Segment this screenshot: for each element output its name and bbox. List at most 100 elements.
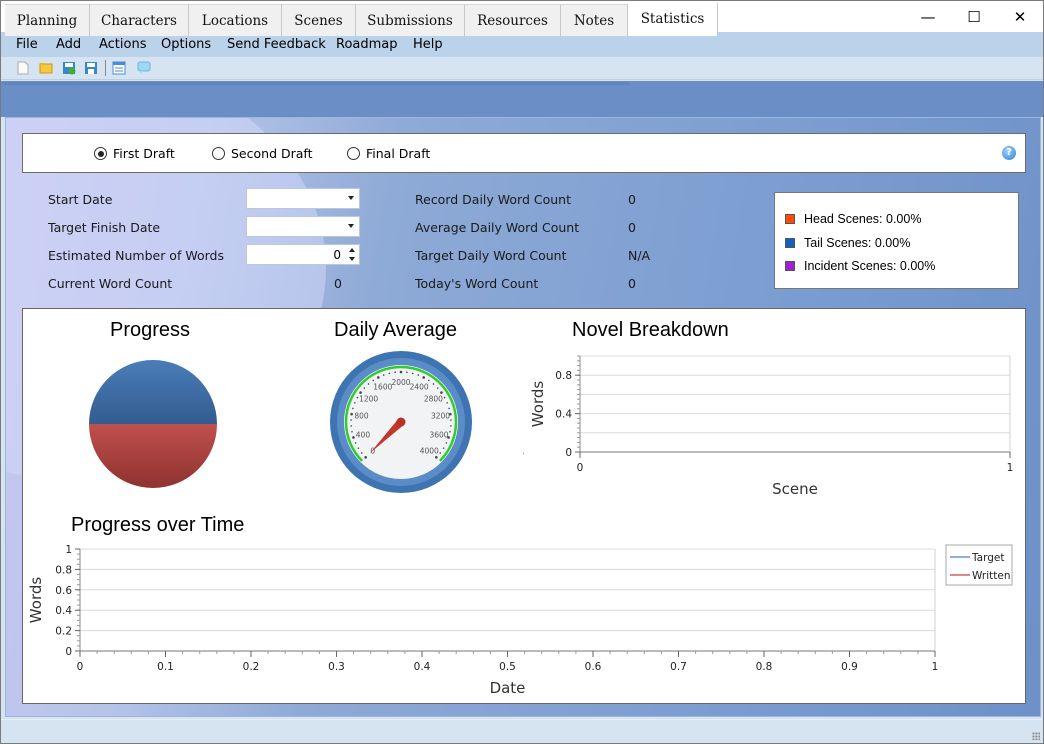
tab-strip — [1, 81, 1043, 117]
gauge-tick-label: 2000 — [391, 378, 410, 387]
radio-label: Second Draft — [231, 146, 313, 161]
radio-first-draft[interactable]: First Draft — [94, 146, 175, 161]
gauge-tick-label: 3600 — [429, 430, 448, 439]
estimated-words-stepper[interactable]: 0 — [246, 244, 360, 265]
tab-scenes[interactable]: Scenes — [282, 4, 356, 36]
y-tick-label: 0.6 — [55, 585, 72, 597]
menu-add[interactable]: Add — [56, 37, 81, 52]
target-finish-date-picker[interactable] — [246, 216, 360, 237]
x-axis-label: Scene — [772, 480, 818, 498]
close-button[interactable]: ✕ — [997, 1, 1043, 32]
tab-strip-top-line — [3, 82, 629, 85]
gauge-tick — [356, 396, 359, 399]
gauge-tick — [372, 379, 375, 382]
minimize-button[interactable]: — — [905, 1, 951, 32]
tail-scenes-swatch — [785, 238, 795, 248]
y-axis-label: Words — [27, 577, 45, 624]
radio-circle[interactable] — [212, 147, 225, 160]
tab-locations[interactable]: Locations — [189, 4, 282, 36]
gauge-tick-label: 800 — [354, 412, 369, 421]
legend-label: Tail Scenes: 0.00% — [804, 236, 911, 250]
gauge-tick — [354, 442, 357, 444]
gauge-tick — [360, 452, 363, 454]
x-tick-label: 0.4 — [414, 661, 431, 673]
gauge-tick — [422, 376, 425, 379]
tab-resources[interactable]: Resources — [465, 4, 561, 36]
average-daily-value: 0 — [628, 220, 636, 235]
record-daily-label: Record Daily Word Count — [415, 192, 571, 207]
gauge-tick — [406, 371, 408, 374]
toolbar — [1, 57, 1043, 80]
dropdown-arrow-icon[interactable] — [348, 196, 354, 200]
progress-over-time-title: Progress over Time — [71, 514, 245, 536]
maximize-button[interactable]: ☐ — [951, 1, 997, 32]
gauge-tick — [377, 376, 380, 379]
save-icon[interactable] — [84, 61, 98, 75]
radio-circle[interactable] — [347, 147, 360, 160]
spin-up-icon[interactable] — [349, 248, 355, 252]
estimated-words-value[interactable]: 0 — [333, 248, 341, 262]
menu-send-feedback[interactable]: Send Feedback — [227, 37, 326, 52]
target-finish-date-label: Target Finish Date — [48, 220, 161, 235]
gauge-tick — [388, 372, 391, 375]
radio-label: Final Draft — [366, 146, 431, 161]
x-tick-label: 0.5 — [499, 661, 516, 673]
estimated-words-label: Estimated Number of Words — [48, 248, 224, 263]
new-document-icon[interactable] — [16, 61, 30, 75]
x-tick-label: 0 — [577, 462, 584, 474]
scene-type-legend: Head Scenes: 0.00% Tail Scenes: 0.00% In… — [774, 192, 1019, 289]
gauge-tick — [427, 379, 430, 382]
y-tick-label: 0.4 — [555, 409, 572, 421]
tab-planning[interactable]: Planning — [5, 4, 90, 36]
x-tick-label: 1 — [1007, 462, 1014, 474]
tab-statistics[interactable]: Statistics — [628, 2, 718, 36]
gauge-tick — [354, 402, 356, 404]
radio-final-draft[interactable]: Final Draft — [347, 146, 430, 161]
novel-breakdown-chart: 0 0.4 0.8 0 1 Scene Words — [523, 355, 1014, 498]
gauge-tick — [448, 407, 450, 410]
gauge-tick-label: 4000 — [420, 446, 439, 455]
radio-circle-selected[interactable] — [94, 147, 107, 160]
x-tick-label: 0.1 — [157, 661, 174, 673]
menu-actions[interactable]: Actions — [99, 37, 147, 52]
y-tick-label: 0.8 — [55, 564, 72, 576]
open-folder-icon[interactable] — [39, 61, 53, 75]
y-tick-label: 0 — [565, 447, 572, 459]
resize-grip[interactable] — [1032, 732, 1040, 740]
x-tick-label: 0.6 — [585, 661, 602, 673]
menu-options[interactable]: Options — [161, 37, 211, 52]
tab-notes[interactable]: Notes — [561, 4, 628, 36]
legend-incident-scenes: Incident Scenes: 0.00% — [785, 259, 935, 273]
x-tick-label: 0 — [77, 661, 84, 673]
app-window: The Novel Factory - New Novel — ☐ ✕ File… — [0, 0, 1044, 744]
tab-submissions[interactable]: Submissions — [356, 4, 465, 36]
toolbar-separator — [105, 60, 106, 76]
dropdown-arrow-icon[interactable] — [348, 224, 354, 228]
gauge-tick-label: 2800 — [424, 394, 443, 403]
y-axis-label: Words — [529, 381, 547, 428]
gauge-tick — [363, 387, 366, 389]
start-date-label: Start Date — [48, 192, 113, 207]
status-bar — [1, 719, 1043, 743]
spin-down-icon[interactable] — [349, 257, 355, 261]
target-daily-label: Target Daily Word Count — [415, 248, 567, 263]
legend-label: Head Scenes: 0.00% — [804, 212, 922, 226]
average-daily-label: Average Daily Word Count — [415, 220, 580, 235]
list-view-icon[interactable] — [112, 61, 126, 75]
help-icon[interactable]: ? — [1002, 146, 1016, 160]
tab-characters[interactable]: Characters — [90, 4, 189, 36]
menu-help[interactable]: Help — [413, 37, 443, 52]
legend-tail-scenes: Tail Scenes: 0.00% — [785, 236, 910, 250]
pie-slice-written — [89, 424, 217, 488]
radio-second-draft[interactable]: Second Draft — [212, 146, 312, 161]
start-date-picker[interactable] — [246, 188, 360, 209]
gauge-tick — [357, 447, 360, 449]
x-tick-label: 0.7 — [670, 661, 687, 673]
daily-average-title: Daily Average — [334, 319, 458, 341]
gauge-tick — [442, 447, 445, 449]
chat-bubble-icon[interactable] — [137, 61, 151, 75]
save-download-icon[interactable] — [62, 61, 76, 75]
gauge-needle-hub — [396, 417, 406, 427]
menu-file[interactable]: File — [16, 37, 38, 52]
menu-roadmap[interactable]: Roadmap — [336, 37, 398, 52]
